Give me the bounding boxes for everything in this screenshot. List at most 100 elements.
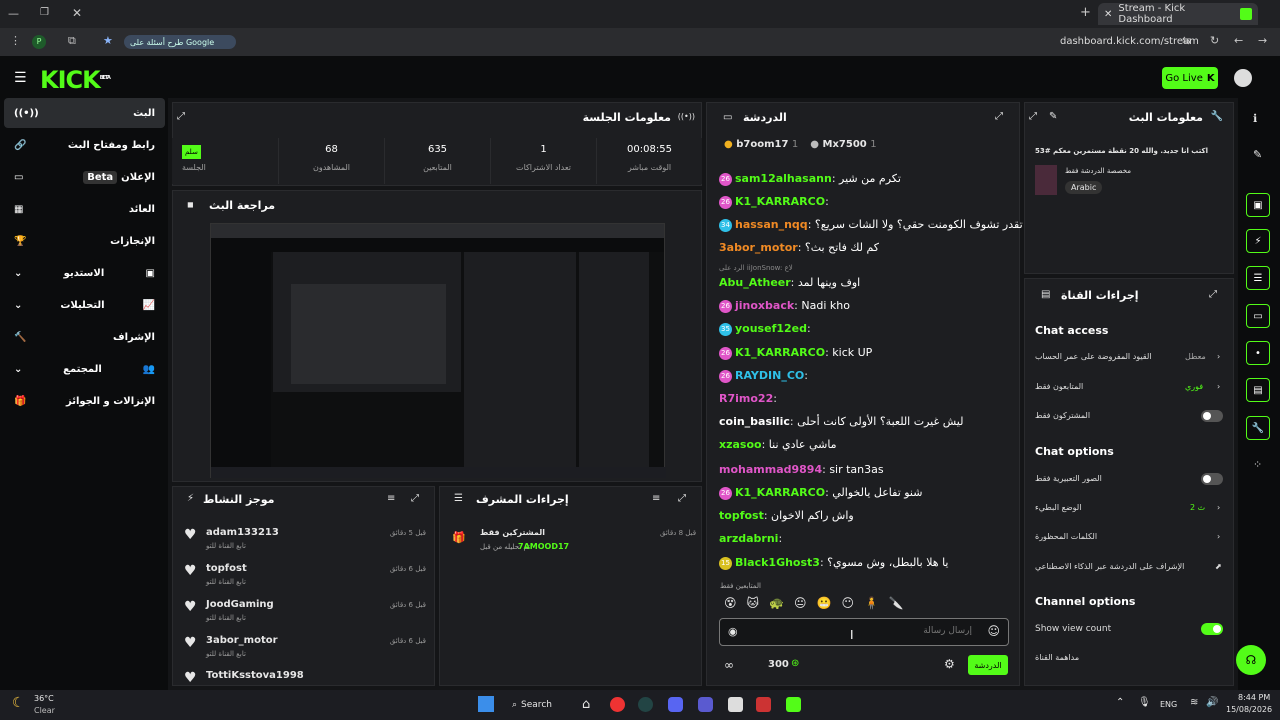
emote-icon[interactable]: 😵 <box>724 596 737 614</box>
support-button[interactable]: ☊ <box>1236 645 1266 675</box>
sidebar-item-ads[interactable]: ▭ Beta الإعلان <box>4 162 165 192</box>
taskbar-search[interactable]: ⌕ Search <box>512 695 572 715</box>
filter-icon[interactable]: ≡ <box>652 493 660 504</box>
search-chip[interactable]: طرح أسئلة على Google <box>124 35 236 49</box>
setting-channel-raid[interactable]: مداهمة القناة <box>1035 653 1225 662</box>
expand-icon[interactable]: ⤢ <box>177 111 185 122</box>
setting-followers-only[interactable]: المتابعون فقط فوري › <box>1035 382 1225 391</box>
edit-icon[interactable]: ✎ <box>1049 111 1057 122</box>
minimize-icon[interactable]: — <box>8 7 19 20</box>
emoji-icon[interactable]: ◉ <box>728 625 738 638</box>
expand-icon[interactable]: ⤢ <box>678 493 686 504</box>
app-kick-icon[interactable] <box>786 697 801 712</box>
chat-username[interactable]: sam12alhasann <box>735 172 832 185</box>
chat-username[interactable]: K1_KARRARCO <box>735 195 825 208</box>
wifi-icon[interactable]: ≋ <box>1190 697 1198 708</box>
windows-start-icon[interactable] <box>478 696 494 712</box>
expand-icon[interactable]: ⤢ <box>411 493 419 504</box>
tag-chip[interactable]: Arabic <box>1065 181 1103 194</box>
rail-chat-button[interactable]: ▭ <box>1246 304 1270 328</box>
sidebar-item-drops[interactable]: 🎁 الإنزالات و الجوائز <box>4 386 165 416</box>
close-icon[interactable]: ✕ <box>72 6 82 20</box>
menu-dots-icon[interactable]: ⋮ <box>10 34 21 47</box>
app-dd-icon[interactable] <box>698 697 713 712</box>
emote-icon[interactable]: 🐢 <box>769 596 784 614</box>
chat-username[interactable]: jinoxback <box>735 299 794 312</box>
sidebar-item-stream[interactable]: ((•)) البث <box>4 98 165 128</box>
chat-username[interactable]: K1_KARRARCO <box>735 486 825 499</box>
bookmark-star-icon[interactable]: ★ <box>103 34 113 47</box>
app-red-icon[interactable] <box>756 697 771 712</box>
chat-username[interactable]: R7imo22 <box>719 392 773 405</box>
hamburger-icon[interactable]: ☰ <box>14 70 27 86</box>
rail-actions-button[interactable]: ▤ <box>1246 378 1270 402</box>
emote-icon[interactable]: 😶 <box>841 596 854 614</box>
chat-username[interactable]: xzasoo <box>719 438 762 451</box>
chat-username[interactable]: yousef12ed <box>735 322 807 335</box>
rail-video-button[interactable]: ▣ <box>1246 193 1270 217</box>
rail-list-button[interactable]: ☰ <box>1246 266 1270 290</box>
gear-icon[interactable]: ⚙ <box>944 657 955 671</box>
info-icon[interactable]: ℹ <box>1253 112 1257 125</box>
chat-username[interactable]: hassan_nqq <box>735 218 808 231</box>
mic-icon[interactable]: 🎙 <box>1138 697 1151 708</box>
stream-preview[interactable] <box>210 223 666 478</box>
setting-slow-mode[interactable]: الوضع البطيء 2 ث › <box>1035 503 1225 512</box>
subscribers-only-toggle[interactable] <box>1201 410 1223 422</box>
top-chatter[interactable]: ● b7oom17 1 <box>724 139 798 150</box>
translate-icon[interactable]: ⇆ <box>1182 34 1191 47</box>
chat-username[interactable]: topfost <box>719 509 764 522</box>
reload-icon[interactable]: ↻ <box>1210 34 1219 47</box>
filter-icon[interactable]: ≡ <box>387 493 395 504</box>
volume-icon[interactable]: 🔊 <box>1206 697 1218 708</box>
kick-logo[interactable]: KICKBETA <box>40 66 111 94</box>
rail-broadcast-button[interactable]: • <box>1246 341 1270 365</box>
sidebar-item-analytics[interactable]: ⌄ التحليلات 📈 <box>4 290 165 320</box>
discord-app-icon[interactable] <box>668 697 683 712</box>
profile-avatar[interactable]: P <box>32 35 46 49</box>
back-icon[interactable]: ← <box>1234 34 1243 47</box>
close-tab-icon[interactable]: ✕ <box>1104 9 1112 20</box>
chat-input[interactable]: ◉ إرسال رسالة ☺ <box>719 618 1009 646</box>
infinity-icon[interactable]: ∞ <box>724 658 734 672</box>
extensions-icon[interactable]: ⧉ <box>68 34 76 48</box>
setting-account-age[interactable]: القيود المفروضة على عمر الحساب معطل › <box>1035 352 1225 361</box>
emote-icon[interactable]: 🔪 <box>889 596 904 614</box>
user-avatar[interactable] <box>1234 69 1252 87</box>
url-text[interactable]: dashboard.kick.com/stream <box>1060 36 1199 47</box>
smile-icon[interactable]: ☺ <box>987 624 1000 638</box>
emote-icon[interactable]: 😐 <box>794 596 807 614</box>
forward-icon[interactable]: → <box>1258 34 1267 47</box>
chat-username[interactable]: Black1Ghost3 <box>735 556 820 569</box>
top-chatter[interactable]: ● Mx7500 1 <box>810 139 876 150</box>
sidebar-item-community[interactable]: ⌄ المجتمع 👥 <box>4 354 165 384</box>
chat-username[interactable]: 3abor_motor <box>719 241 798 254</box>
chat-username[interactable]: RAYDIN_CO <box>735 369 804 382</box>
expand-icon[interactable]: ⤢ <box>1029 111 1037 122</box>
rail-bolt-button[interactable]: ⚡ <box>1246 229 1270 253</box>
layout-icon[interactable]: ⁘ <box>1253 458 1262 471</box>
steam-app-icon[interactable] <box>638 697 653 712</box>
expand-icon[interactable]: ⤢ <box>995 111 1003 122</box>
send-button[interactable]: الدردشة <box>968 655 1008 675</box>
setting-banned-words[interactable]: الكلمات المحظورة › <box>1035 532 1225 541</box>
chrome-app-icon[interactable] <box>610 697 625 712</box>
browser-tab[interactable]: ✕ Stream - Kick Dashboard <box>1098 3 1258 25</box>
new-tab-icon[interactable]: + <box>1080 5 1091 20</box>
sidebar-item-studio[interactable]: ⌄ الاستديو ▣ <box>4 258 165 288</box>
rail-wrench-button[interactable]: 🔧 <box>1246 416 1270 440</box>
pencil-icon[interactable]: ✎ <box>1253 148 1262 161</box>
chat-username[interactable]: K1_KARRARCO <box>735 346 825 359</box>
emote-icon[interactable]: 🐱 <box>747 596 760 614</box>
emote-only-toggle[interactable] <box>1201 473 1223 485</box>
home-app-icon[interactable]: ⌂ <box>582 697 590 712</box>
restore-icon[interactable]: ❐ <box>40 7 49 18</box>
app-doc-icon[interactable] <box>728 697 743 712</box>
chat-username[interactable]: coin_basilic <box>719 415 790 428</box>
go-live-button[interactable]: Go Live K <box>1162 67 1218 89</box>
chat-username[interactable]: mohammad9894 <box>719 463 822 476</box>
emote-icon[interactable]: 😬 <box>817 596 832 614</box>
sidebar-item-moderation[interactable]: 🔨 الإشراف <box>4 322 165 352</box>
chevron-up-icon[interactable]: ⌃ <box>1116 697 1124 708</box>
show-view-count-toggle[interactable] <box>1201 623 1223 635</box>
